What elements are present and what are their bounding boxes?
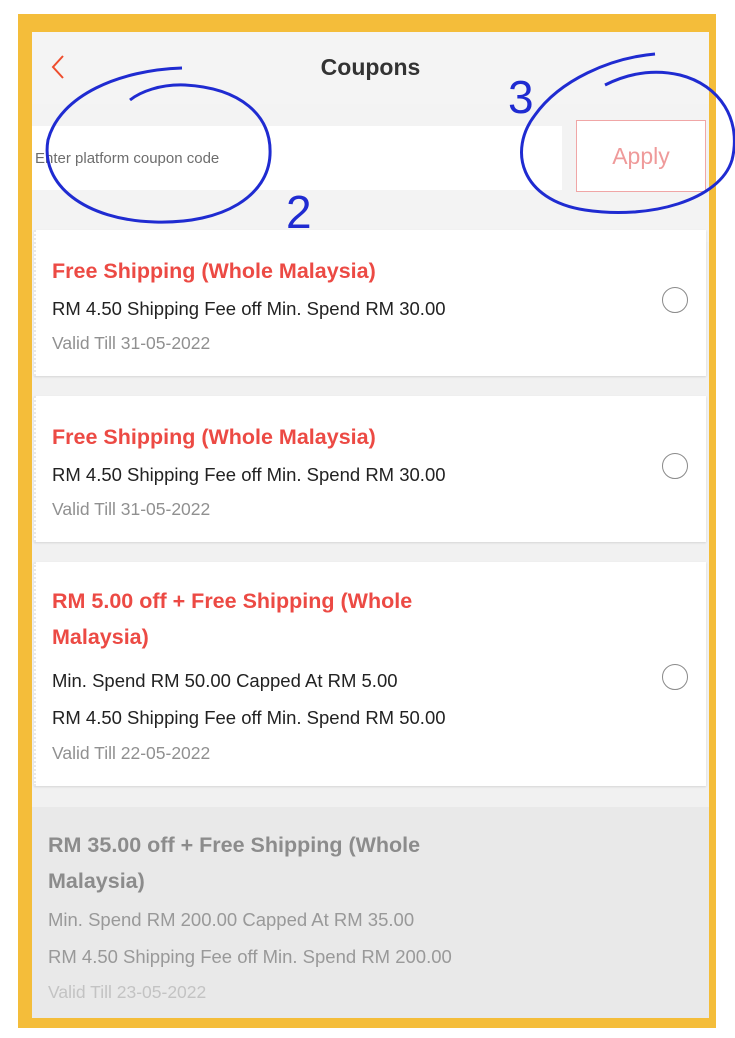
coupon-title-line1: RM 35.00 off + Free Shipping (Whole [48,833,421,857]
page-title: Coupons [320,54,421,80]
apply-button[interactable]: Apply [576,120,706,192]
coupon-card[interactable]: Free Shipping (Whole Malaysia) RM 4.50 S… [34,396,706,542]
coupon-radio[interactable] [662,287,688,313]
coupon-radio[interactable] [662,664,688,690]
coupon-detail: Min. Spend RM 50.00 Capped At RM 5.00 [52,670,398,691]
coupon-validity: Valid Till 23-05-2022 [48,982,207,1002]
coupon-radio[interactable] [662,453,688,479]
coupon-title: Free Shipping (Whole Malaysia) [52,425,376,449]
coupon-title-line2: Malaysia) [48,869,145,893]
coupon-detail: RM 4.50 Shipping Fee off Min. Spend RM 3… [52,298,446,319]
coupons-screen: Coupons Apply Free Shipping (Whole Malay… [32,32,709,1018]
unavailable-coupon-card: RM 35.00 off + Free Shipping (Whole Mala… [32,807,709,1018]
coupon-detail: RM 4.50 Shipping Fee off Min. Spend RM 5… [52,707,446,728]
coupon-card[interactable]: Free Shipping (Whole Malaysia) RM 4.50 S… [34,230,706,376]
coupon-title: Free Shipping (Whole Malaysia) [52,259,376,283]
coupon-title-line1: RM 5.00 off + Free Shipping (Whole [52,589,413,613]
coupon-detail: RM 4.50 Shipping Fee off Min. Spend RM 3… [52,464,446,485]
coupon-code-input[interactable] [32,126,562,190]
coupon-validity: Valid Till 31-05-2022 [52,333,211,353]
top-bar: Coupons [32,32,709,105]
coupon-detail: Min. Spend RM 200.00 Capped At RM 35.00 [48,909,415,930]
coupon-card[interactable]: RM 5.00 off + Free Shipping (Whole Malay… [34,562,706,786]
coupon-code-row: Apply [32,104,709,242]
coupon-validity: Valid Till 31-05-2022 [52,499,211,519]
coupon-validity: Valid Till 22-05-2022 [52,743,211,763]
coupon-title-line2: Malaysia) [52,625,149,649]
coupon-detail: RM 4.50 Shipping Fee off Min. Spend RM 2… [48,946,452,967]
